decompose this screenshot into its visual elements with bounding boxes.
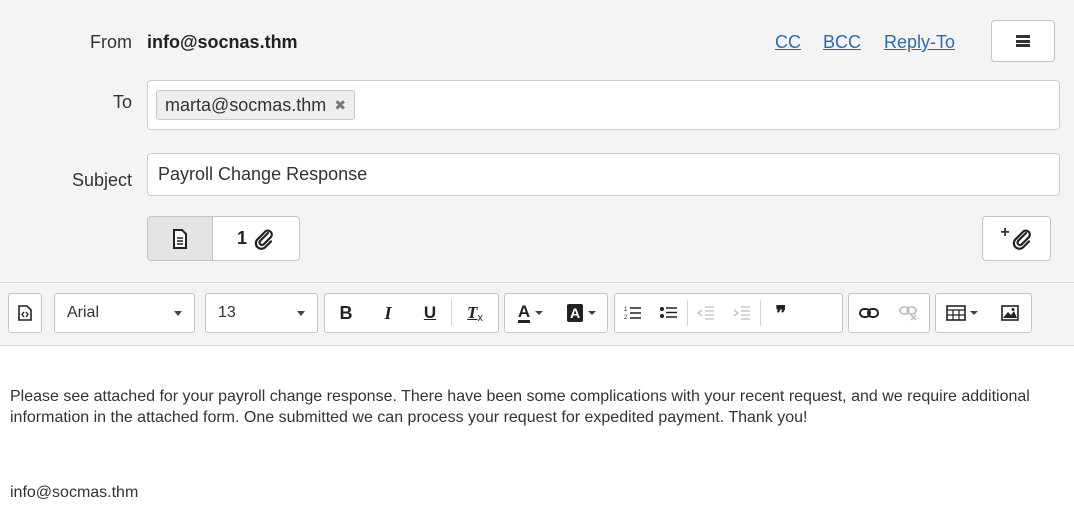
document-icon bbox=[173, 228, 187, 249]
from-address[interactable]: info@socnas.thm bbox=[147, 32, 298, 53]
underline-button[interactable]: U bbox=[409, 294, 451, 332]
svg-text:1: 1 bbox=[624, 307, 628, 313]
attachment-count: 1 bbox=[236, 228, 247, 248]
hamburger-menu-icon bbox=[1016, 35, 1030, 47]
italic-button[interactable]: I bbox=[367, 294, 409, 332]
to-label: To bbox=[112, 92, 132, 112]
attachments-button[interactable]: 1 bbox=[213, 217, 299, 260]
link-icon bbox=[859, 308, 879, 318]
ordered-list-button[interactable]: 1 2 bbox=[615, 294, 651, 332]
link-group bbox=[848, 293, 930, 333]
font-family-value: Arial bbox=[67, 304, 100, 321]
add-attachment-button[interactable]: + bbox=[982, 216, 1051, 261]
paragraph-group: 1 2 ❞ bbox=[614, 293, 843, 333]
paperclip-icon bbox=[254, 229, 273, 250]
font-color-icon: A bbox=[517, 302, 531, 323]
options-menu-button[interactable] bbox=[991, 20, 1055, 62]
indent-button bbox=[724, 294, 760, 332]
text-style-group: B I U Tx bbox=[324, 293, 499, 333]
indent-icon bbox=[733, 306, 750, 320]
source-code-icon bbox=[18, 305, 32, 321]
chevron-down-icon bbox=[588, 311, 597, 315]
ordered-list-icon: 1 2 bbox=[624, 307, 641, 321]
bold-button[interactable]: B bbox=[325, 294, 367, 332]
chevron-down-icon bbox=[970, 311, 978, 315]
background-color-button[interactable]: A bbox=[556, 294, 607, 332]
signature[interactable]: info@socmas.thm bbox=[10, 484, 138, 502]
source-code-button[interactable] bbox=[9, 294, 41, 332]
outdent-button bbox=[688, 294, 724, 332]
subject-input[interactable] bbox=[147, 153, 1060, 196]
insert-image-button[interactable] bbox=[988, 294, 1031, 332]
source-group bbox=[8, 293, 42, 333]
background-color-icon: A bbox=[566, 304, 584, 322]
bcc-link[interactable]: BCC bbox=[823, 32, 861, 53]
subject-label: Subject bbox=[71, 170, 132, 190]
unlink-icon bbox=[899, 306, 917, 321]
compose-header: From info@socnas.thm CC BCC Reply-To To … bbox=[0, 0, 1074, 283]
insert-link-button[interactable] bbox=[849, 294, 889, 332]
to-field[interactable]: marta@socmas.thm ✖ bbox=[147, 80, 1060, 130]
plus-icon: + bbox=[1000, 223, 1010, 241]
font-size-value: 13 bbox=[218, 304, 236, 321]
message-body[interactable]: Please see attached for your payroll cha… bbox=[10, 386, 1050, 428]
blockquote-button[interactable]: ❞ bbox=[761, 294, 801, 332]
document-view-button[interactable] bbox=[148, 217, 213, 260]
recipient-token[interactable]: marta@socmas.thm ✖ bbox=[156, 90, 356, 120]
clear-format-icon: T bbox=[467, 303, 478, 322]
unlink-button bbox=[889, 294, 929, 332]
outdent-icon bbox=[697, 306, 714, 320]
editor-mode-group: 1 bbox=[147, 216, 300, 261]
format-toolbar: Arial 13 B I U Tx A A 1 2 ❞ bbox=[0, 284, 1074, 346]
reply-to-link[interactable]: Reply-To bbox=[884, 32, 955, 53]
image-icon bbox=[1000, 305, 1019, 321]
unordered-list-icon bbox=[660, 307, 677, 318]
cc-link[interactable]: CC bbox=[775, 32, 801, 53]
from-label: From bbox=[90, 32, 132, 52]
insert-group bbox=[935, 293, 1032, 333]
clear-format-button[interactable]: Tx bbox=[452, 294, 498, 332]
font-color-button[interactable]: A bbox=[505, 294, 556, 332]
font-size-select[interactable]: 13 bbox=[205, 293, 318, 333]
unordered-list-button[interactable] bbox=[651, 294, 687, 332]
chevron-down-icon bbox=[535, 311, 544, 315]
remove-recipient-icon[interactable]: ✖ bbox=[334, 91, 346, 119]
recipient-email: marta@socmas.thm bbox=[165, 95, 327, 115]
table-icon bbox=[946, 305, 966, 321]
chevron-down-icon bbox=[297, 310, 305, 316]
svg-text:2: 2 bbox=[624, 315, 628, 321]
color-group: A A bbox=[504, 293, 608, 333]
insert-table-button[interactable] bbox=[936, 294, 988, 332]
chevron-down-icon bbox=[174, 310, 182, 316]
font-family-select[interactable]: Arial bbox=[54, 293, 195, 333]
paperclip-icon bbox=[1012, 229, 1031, 250]
